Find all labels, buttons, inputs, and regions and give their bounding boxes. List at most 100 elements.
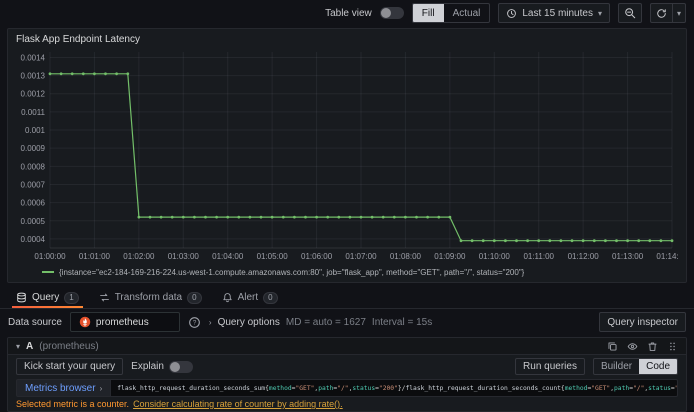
add-rate-link[interactable]: Consider calculating rate of counter by … [133, 399, 343, 409]
toggle-knob [380, 8, 391, 18]
svg-text:0.001: 0.001 [25, 126, 46, 135]
query-options-interval: Interval = 15s [371, 316, 433, 328]
time-range-picker[interactable]: Last 15 minutes ▾ [498, 3, 610, 23]
transform-icon [99, 293, 109, 302]
query-toolbar: Kick start your query Explain Run querie… [8, 355, 686, 377]
chart-canvas[interactable]: 0.0014 0.0013 0.0012 0.0011 0.001 0.0009 0.000… [16, 48, 688, 263]
metrics-browser-label: Metrics browser [25, 382, 96, 394]
svg-text:01:00:00: 01:00:00 [34, 252, 66, 261]
clock-icon [507, 8, 517, 18]
query-field-row: Metrics browser › flask_http_request_dur… [8, 377, 686, 398]
table-view-toggle[interactable] [379, 7, 404, 19]
query-config-bar: Data source prometheus ? › Query options… [0, 309, 694, 335]
toggle-knob [169, 361, 180, 372]
svg-text:01:13:00: 01:13:00 [612, 252, 644, 261]
panel-title[interactable]: Flask App Endpoint Latency [16, 34, 678, 48]
chevron-down-icon: ▾ [597, 8, 602, 18]
svg-text:01:03:00: 01:03:00 [168, 252, 200, 261]
query-options-toggle[interactable]: › Query options MD = auto = 1627 Interva… [209, 317, 432, 328]
explain-toggle[interactable] [168, 360, 193, 373]
chevron-right-icon: › [99, 383, 103, 393]
duplicate-query-icon[interactable] [607, 341, 618, 352]
svg-text:01:06:00: 01:06:00 [301, 252, 333, 261]
svg-text:0.0013: 0.0013 [21, 72, 46, 81]
query-options-md: MD = auto = 1627 [285, 316, 366, 328]
svg-text:01:02:00: 01:02:00 [123, 252, 155, 261]
series-color-swatch [42, 271, 54, 273]
svg-text:0.0008: 0.0008 [21, 162, 46, 171]
zoom-out-button[interactable] [617, 3, 642, 23]
tab-label: Alert [237, 292, 259, 303]
query-row-header[interactable]: ▾ A (prometheus) [8, 338, 686, 355]
grafana-panel-editor: Table view Fill Actual Last 15 minutes ▾… [0, 0, 694, 412]
help-icon[interactable]: ? [188, 316, 201, 329]
chevron-right-icon: › [208, 317, 212, 327]
svg-text:0.0012: 0.0012 [21, 90, 46, 99]
refresh-split-button: ▾ [649, 3, 686, 23]
explain-label: Explain [131, 361, 164, 372]
svg-text:0.0014: 0.0014 [21, 53, 46, 62]
metrics-browser-button[interactable]: Metrics browser › [16, 379, 112, 397]
bell-icon [222, 293, 232, 303]
tab-query[interactable]: Query 1 [8, 287, 87, 308]
zoom-out-icon [625, 8, 636, 19]
svg-text:0.0007: 0.0007 [21, 180, 46, 189]
alert-count-badge: 0 [263, 291, 278, 304]
query-row-actions [607, 341, 678, 352]
hide-query-eye-icon[interactable] [627, 341, 638, 352]
svg-text:0.0005: 0.0005 [21, 217, 46, 226]
series-legend-label[interactable]: {instance="ec2-184-169-216-224.us-west-1… [59, 268, 524, 277]
actual-button[interactable]: Actual [444, 4, 490, 22]
tab-label: Query [32, 292, 60, 303]
fill-actual-group: Fill Actual [411, 3, 491, 23]
query-inspector-button[interactable]: Query inspector [599, 312, 686, 332]
run-queries-button[interactable]: Run queries [515, 358, 585, 375]
data-source-name: prometheus [95, 316, 149, 328]
svg-text:01:05:00: 01:05:00 [257, 252, 289, 261]
query-ref-datasource: (prometheus) [39, 340, 99, 352]
editor-toolbar: Table view Fill Actual Last 15 minutes ▾… [0, 0, 694, 26]
builder-code-group: Builder Code [592, 358, 678, 375]
table-view-label: Table view [325, 7, 372, 19]
refresh-icon [657, 8, 666, 18]
data-source-picker[interactable]: prometheus [69, 312, 180, 332]
kick-start-query-button[interactable]: Kick start your query [16, 358, 124, 375]
svg-text:01:04:00: 01:04:00 [212, 252, 244, 261]
svg-text:01:12:00: 01:12:00 [568, 252, 600, 261]
chevron-down-icon[interactable]: ▾ [16, 342, 20, 351]
panel-preview-area: Flask App Endpoint Latency 0.0014 0.0013 0… [0, 26, 694, 287]
query-ref-id: A [26, 340, 34, 352]
svg-text:01:08:00: 01:08:00 [390, 252, 422, 261]
fill-button[interactable]: Fill [412, 4, 444, 22]
query-count-badge: 1 [64, 291, 79, 304]
svg-text:0.0004: 0.0004 [21, 235, 46, 244]
query-options-label: Query options [217, 316, 280, 328]
data-source-label: Data source [8, 316, 62, 328]
svg-text:01:07:00: 01:07:00 [345, 252, 377, 261]
tab-transform-data[interactable]: Transform data 0 [91, 287, 210, 308]
svg-text:0.0011: 0.0011 [21, 108, 45, 117]
refresh-interval-dropdown[interactable]: ▾ [672, 3, 686, 23]
svg-text:0.0006: 0.0006 [21, 199, 46, 208]
code-button[interactable]: Code [639, 359, 677, 374]
timeseries-panel: Flask App Endpoint Latency 0.0014 0.0013 0… [7, 28, 688, 283]
database-icon [17, 292, 26, 303]
query-toolbar-right: Run queries Builder Code [515, 358, 678, 375]
svg-text:01:09:00: 01:09:00 [434, 252, 466, 261]
svg-text:01:14:00: 01:14:00 [656, 252, 678, 261]
editor-tabs: Query 1 Transform data 0 Alert 0 [0, 287, 694, 309]
svg-text:01:01:00: 01:01:00 [79, 252, 111, 261]
refresh-button[interactable] [649, 3, 673, 23]
drag-handle-icon[interactable] [667, 341, 678, 352]
counter-warning: Selected metric is a counter. Consider c… [8, 398, 686, 410]
remove-query-trash-icon[interactable] [647, 341, 658, 352]
svg-text:01:10:00: 01:10:00 [479, 252, 511, 261]
prometheus-icon [79, 316, 91, 328]
tab-alert[interactable]: Alert 0 [214, 287, 286, 308]
transform-count-badge: 0 [187, 291, 202, 304]
chevron-down-icon: ▾ [676, 8, 681, 18]
query-row-card: ▾ A (prometheus) Kick start your query E… [7, 337, 687, 412]
promql-code-editor[interactable]: flask_http_request_duration_seconds_sum{… [111, 379, 678, 397]
svg-text:?: ? [193, 319, 197, 326]
builder-button[interactable]: Builder [594, 359, 639, 374]
